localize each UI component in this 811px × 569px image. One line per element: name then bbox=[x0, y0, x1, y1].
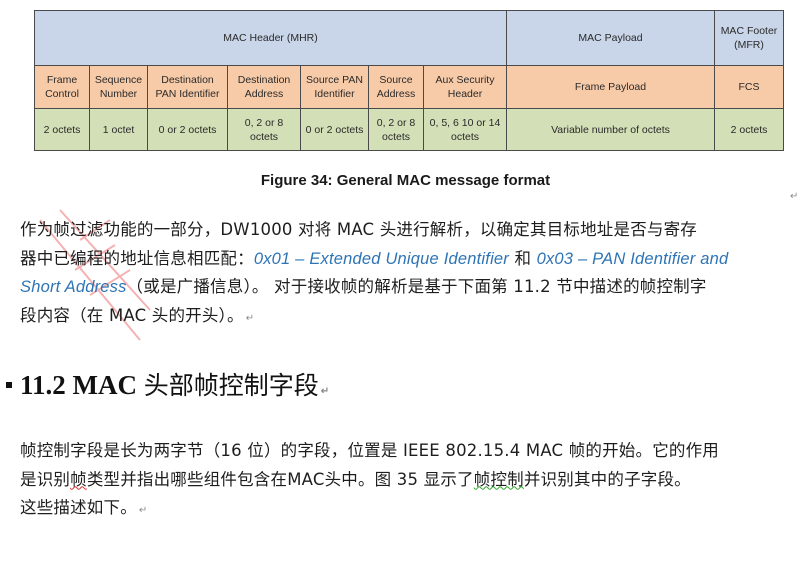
paragraph-mark: ↵ bbox=[790, 191, 799, 202]
field-name-cell: Source Address bbox=[368, 65, 424, 109]
paragraph-mark: ↵ bbox=[138, 505, 148, 516]
field-name-row: Frame Control Sequence Number Destinatio… bbox=[34, 65, 784, 109]
para2-line3: 这些描述如下。 ↵ bbox=[20, 498, 148, 517]
para1-line3: Short Address（或是广播信息）。 对于接收帧的解析是基于下面第 11… bbox=[20, 277, 707, 296]
mac-frame-format-table: MAC Header (MHR) MAC Payload MAC Footer … bbox=[34, 10, 784, 151]
field-name-cell: Aux Security Header bbox=[423, 65, 507, 109]
group-mac-payload: MAC Payload bbox=[506, 10, 715, 66]
heading-bullet-icon bbox=[6, 381, 12, 388]
field-name-cell: FCS bbox=[714, 65, 784, 109]
para1-line1: 作为帧过滤功能的一部分，DW1000 对将 MAC 头进行解析，以确定其目标地址… bbox=[20, 220, 698, 239]
field-size-cell: Variable number of octets bbox=[506, 108, 715, 151]
field-size-cell: 1 octet bbox=[89, 108, 148, 151]
field-size-cell: 0 or 2 octets bbox=[300, 108, 369, 151]
field-name-cell: Source PAN Identifier bbox=[300, 65, 369, 109]
para2-line2: 是识别帧类型并指出哪些组件包含在MAC头中。图 35 显示了帧控制并识别其中的子… bbox=[20, 469, 691, 489]
heading-title: 头部帧控制字段 bbox=[143, 371, 319, 400]
field-name-cell: Frame Payload bbox=[506, 65, 715, 109]
field-name-cell: Frame Control bbox=[34, 65, 90, 109]
field-name-cell: Sequence Number bbox=[89, 65, 148, 109]
group-mac-footer: MAC Footer (MFR) bbox=[714, 10, 784, 66]
field-size-cell: 2 octets bbox=[34, 108, 90, 151]
group-header-row: MAC Header (MHR) MAC Payload MAC Footer … bbox=[34, 10, 784, 66]
field-size-cell: 2 octets bbox=[714, 108, 784, 151]
field-size-cell: 0, 2 or 8 octets bbox=[227, 108, 301, 151]
paragraph-frame-control: 帧控制字段是长为两字节（16 位）的字段，位置是 IEEE 802.15.4 M… bbox=[20, 437, 800, 526]
spellcheck-flagged-word: 帧 bbox=[70, 469, 87, 489]
para1-line2: 器中已编程的地址信息相匹配：0x01 – Extended Unique Ide… bbox=[20, 248, 729, 268]
paragraph-mark: ↵ bbox=[320, 386, 330, 397]
figure-caption: Figure 34: General MAC message format bbox=[260, 172, 551, 189]
field-name-cell: Destination Address bbox=[227, 65, 301, 109]
paragraph-frame-filtering: 作为帧过滤功能的一部分，DW1000 对将 MAC 头进行解析，以确定其目标地址… bbox=[20, 216, 800, 333]
field-size-cell: 0 or 2 octets bbox=[147, 108, 228, 151]
grammar-flagged-phrase: 帧控制 bbox=[473, 469, 524, 489]
link-extended-unique-identifier[interactable]: 0x01 – Extended Unique Identifier bbox=[254, 250, 509, 268]
link-short-address[interactable]: Short Address bbox=[20, 278, 127, 296]
field-size-cell: 0, 2 or 8 octets bbox=[368, 108, 424, 151]
link-pan-identifier-short-address[interactable]: 0x03 – PAN Identifier and bbox=[537, 250, 729, 268]
field-size-cell: 0, 5, 6 10 or 14 octets bbox=[423, 108, 507, 151]
group-mac-header: MAC Header (MHR) bbox=[34, 10, 507, 66]
para2-line1: 帧控制字段是长为两字节（16 位）的字段，位置是 IEEE 802.15.4 M… bbox=[20, 441, 719, 460]
field-name-cell: Destination PAN Identifier bbox=[147, 65, 228, 109]
section-heading: 11.2 MAC 头部帧控制字段 ↵ bbox=[6, 366, 329, 402]
heading-number: 11.2 MAC bbox=[20, 370, 144, 400]
field-size-row: 2 octets 1 octet 0 or 2 octets 0, 2 or 8… bbox=[34, 108, 784, 151]
paragraph-mark: ↵ bbox=[245, 312, 255, 324]
para1-line4: 段内容（在 MAC 头的开头）。 ↵ bbox=[20, 305, 255, 325]
